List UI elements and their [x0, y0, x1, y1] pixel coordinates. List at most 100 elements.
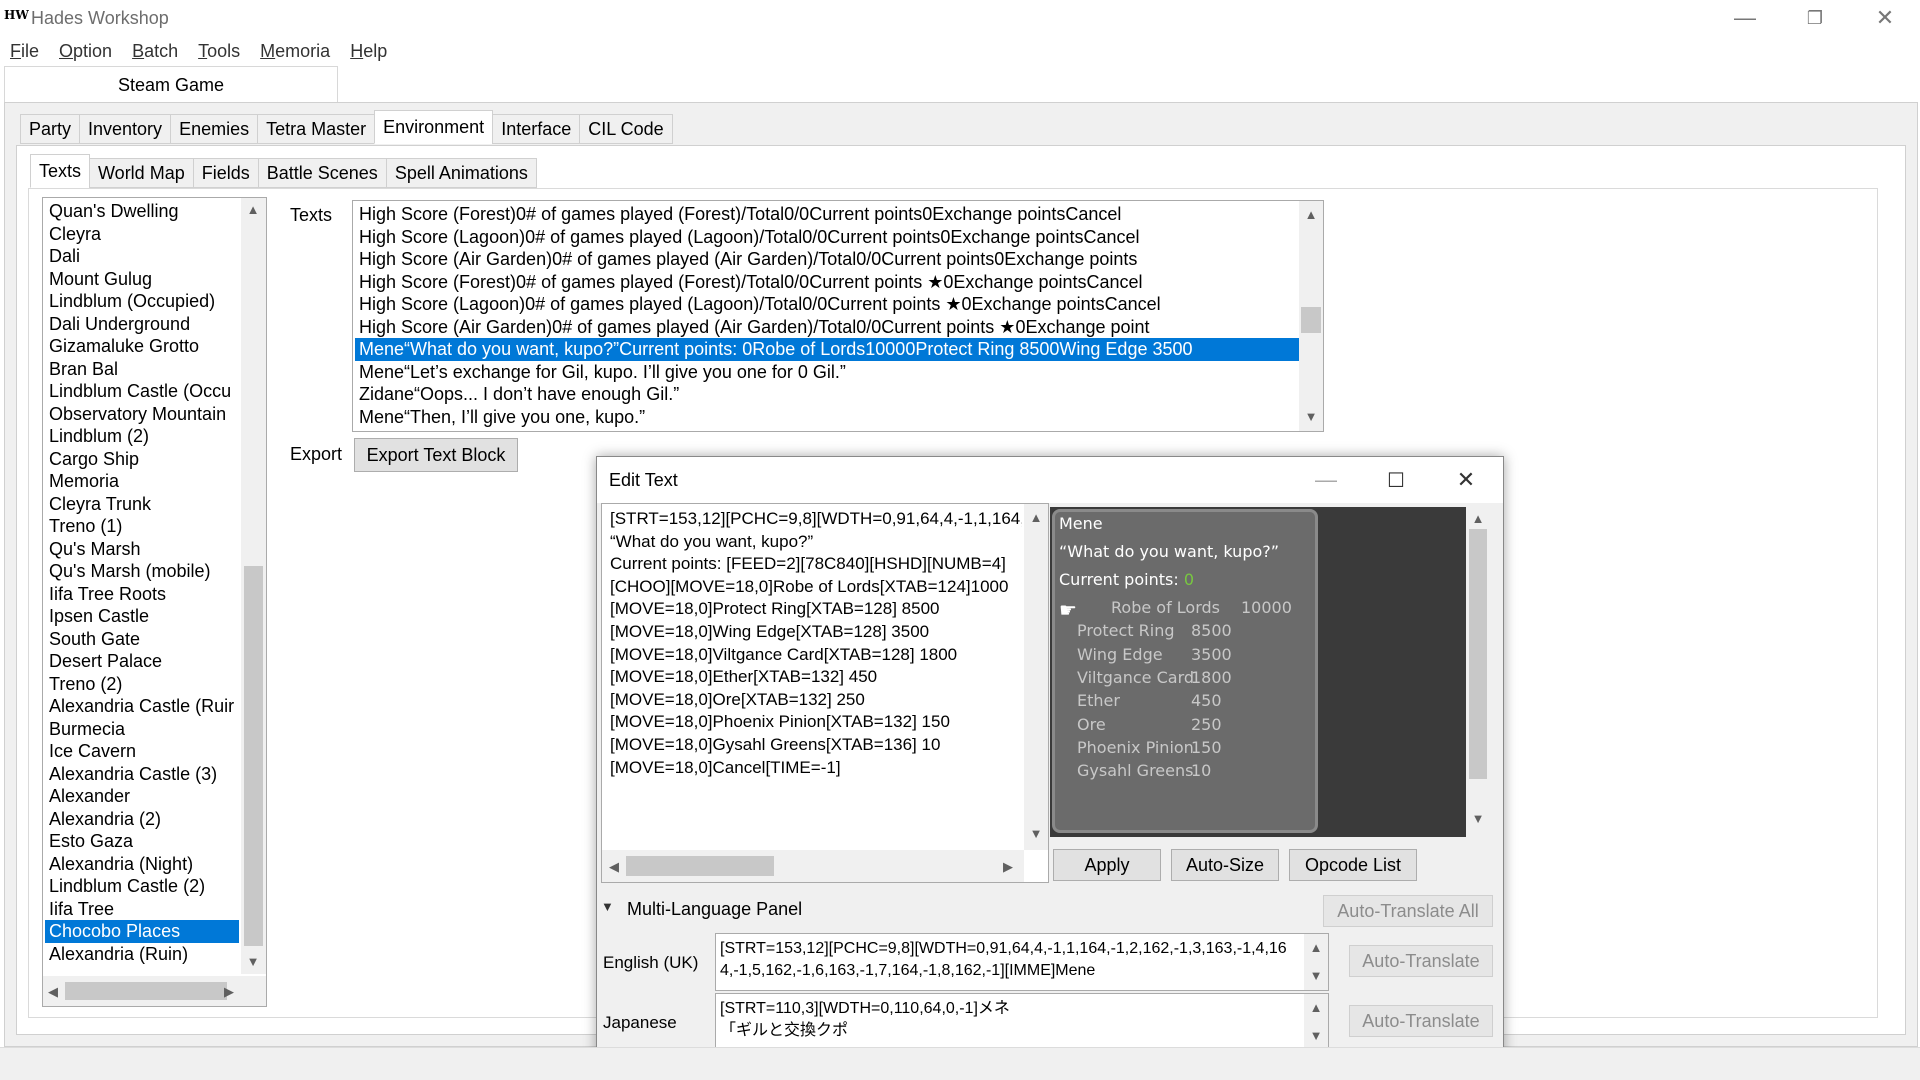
- list-item[interactable]: Alexandria Castle (3): [45, 763, 239, 786]
- auto-size-button[interactable]: Auto-Size: [1171, 849, 1279, 881]
- tab-steam-game[interactable]: Steam Game: [4, 66, 338, 103]
- list-item[interactable]: Alexandria (Ruin): [45, 943, 239, 966]
- list-item[interactable]: Qu's Marsh (mobile): [45, 560, 239, 583]
- list-item[interactable]: Zidane“Oops... I don’t have enough Gil.”: [355, 383, 1299, 406]
- list-item[interactable]: Cleyra Trunk: [45, 493, 239, 516]
- scroll-left-arrow-icon[interactable]: ◀: [604, 859, 624, 875]
- menu-item[interactable]: Help: [340, 41, 397, 62]
- list-item[interactable]: Lindblum (2): [45, 425, 239, 448]
- tab-inventory[interactable]: Inventory: [79, 114, 172, 144]
- location-list-hscroll[interactable]: ◀ ▶: [43, 976, 266, 1006]
- collapse-arrow-icon[interactable]: ▼: [601, 899, 614, 914]
- list-item[interactable]: Observatory Mountain: [45, 403, 239, 426]
- list-item[interactable]: Bran Bal: [45, 358, 239, 381]
- menu-item[interactable]: Option: [49, 41, 122, 62]
- list-item[interactable]: Mount Gulug: [45, 268, 239, 291]
- scroll-right-arrow-icon[interactable]: ▶: [219, 984, 239, 1000]
- list-item[interactable]: High Score (Forest)0# of games played (F…: [355, 203, 1299, 226]
- dialog-maximize-button[interactable]: ☐: [1361, 457, 1431, 503]
- apply-button[interactable]: Apply: [1053, 849, 1161, 881]
- tab-interface[interactable]: Interface: [492, 114, 581, 144]
- list-item[interactable]: Treno (2): [45, 673, 239, 696]
- list-item[interactable]: Esto Gaza: [45, 830, 239, 853]
- list-item[interactable]: Iifa Tree: [45, 898, 239, 921]
- code-hscroll-thumb[interactable]: [626, 856, 774, 876]
- location-list[interactable]: Quan's Dwelling Cleyra Dali Mount Gulug Lind…: [42, 197, 267, 1007]
- scroll-left-arrow-icon[interactable]: ◀: [43, 984, 63, 1000]
- list-item[interactable]: Mene“Then, I’ll give you one, kupo.”: [355, 406, 1299, 429]
- list-item[interactable]: Cleyra: [45, 223, 239, 246]
- tab-party[interactable]: Party: [20, 114, 81, 144]
- location-hscroll-thumb[interactable]: [65, 982, 227, 1000]
- list-item[interactable]: Desert Palace: [45, 650, 239, 673]
- subtab-spell-animations[interactable]: Spell Animations: [385, 158, 537, 188]
- tab-enemies[interactable]: Enemies: [170, 114, 259, 144]
- restore-button[interactable]: ❐: [1780, 0, 1850, 36]
- text-list-scroll-thumb[interactable]: [1301, 307, 1321, 333]
- auto-translate-button[interactable]: Auto-Translate: [1349, 945, 1493, 977]
- language-text-field[interactable]: [STRT=153,12][PCHC=9,8][WDTH=0,91,64,4,-…: [715, 933, 1329, 991]
- list-item[interactable]: High Score (Air Garden)0# of games playe…: [355, 248, 1299, 271]
- menu-item[interactable]: File: [0, 41, 49, 62]
- scroll-up-arrow-icon[interactable]: ▲: [1301, 207, 1321, 222]
- language-text-scroll[interactable]: ▲▼: [1304, 994, 1328, 1050]
- opcode-list-button[interactable]: Opcode List: [1289, 849, 1417, 881]
- list-item[interactable]: Lindblum Castle (2): [45, 875, 239, 898]
- close-button[interactable]: ✕: [1850, 0, 1920, 36]
- text-code-editor[interactable]: [STRT=153,12][PCHC=9,8][WDTH=0,91,64,4,-…: [601, 503, 1049, 883]
- list-item[interactable]: Lindblum Castle (Occu: [45, 380, 239, 403]
- preview-scroll-thumb[interactable]: [1469, 529, 1487, 779]
- scroll-up-arrow-icon[interactable]: ▲: [1026, 510, 1046, 525]
- scroll-up-arrow-icon[interactable]: ▲: [243, 202, 263, 217]
- text-block-list[interactable]: High Score (Forest)0# of games played (F…: [352, 200, 1324, 432]
- language-text-scroll[interactable]: ▲▼: [1304, 934, 1328, 990]
- list-item[interactable]: High Score (Lagoon)0# of games played (L…: [355, 226, 1299, 249]
- scroll-down-arrow-icon[interactable]: ▼: [1301, 409, 1321, 424]
- dialog-close-button[interactable]: ✕: [1431, 457, 1501, 503]
- list-item[interactable]: Quan's Dwelling: [45, 200, 239, 223]
- list-item[interactable]: Dali Underground: [45, 313, 239, 336]
- list-item[interactable]: Ice Cavern: [45, 740, 239, 763]
- scroll-down-arrow-icon[interactable]: ▼: [243, 954, 263, 969]
- menu-item[interactable]: Memoria: [250, 41, 340, 62]
- list-item[interactable]: Qu's Marsh: [45, 538, 239, 561]
- list-item[interactable]: Iifa Tree Roots: [45, 583, 239, 606]
- code-hscroll[interactable]: ◀ ▶: [602, 850, 1024, 882]
- list-item[interactable]: Alexandria (2): [45, 808, 239, 831]
- list-item[interactable]: Memoria: [45, 470, 239, 493]
- auto-translate-all-button[interactable]: Auto-Translate All: [1323, 895, 1493, 927]
- list-item[interactable]: High Score (Lagoon)0# of games played (L…: [355, 293, 1299, 316]
- auto-translate-button[interactable]: Auto-Translate: [1349, 1005, 1493, 1037]
- code-vscroll[interactable]: ▲ ▼: [1024, 504, 1048, 850]
- subtab-texts[interactable]: Texts: [30, 154, 91, 188]
- location-list-vscroll[interactable]: ▲ ▼: [241, 198, 266, 974]
- tab-environment[interactable]: Environment: [374, 110, 494, 144]
- tab-tetra-master[interactable]: Tetra Master: [257, 114, 376, 144]
- list-item[interactable]: Chocobo Places: [45, 920, 239, 943]
- list-item[interactable]: Alexandria (Night): [45, 853, 239, 876]
- list-item[interactable]: High Score (Forest)0# of games played (F…: [355, 271, 1299, 294]
- subtab-world-map[interactable]: World Map: [89, 158, 194, 188]
- subtab-fields[interactable]: Fields: [192, 158, 259, 188]
- list-item[interactable]: High Score (Air Garden)0# of games playe…: [355, 316, 1299, 339]
- location-scroll-thumb[interactable]: [244, 566, 263, 946]
- scroll-down-arrow-icon[interactable]: ▼: [1306, 968, 1326, 983]
- export-text-block-button[interactable]: Export Text Block: [354, 438, 518, 472]
- scroll-up-arrow-icon[interactable]: ▲: [1468, 511, 1488, 526]
- list-item[interactable]: South Gate: [45, 628, 239, 651]
- list-item[interactable]: Lindblum (Occupied): [45, 290, 239, 313]
- minimize-button[interactable]: —: [1710, 0, 1780, 36]
- list-item[interactable]: Alexandria Castle (Ruir: [45, 695, 239, 718]
- tab-cil-code[interactable]: CIL Code: [579, 114, 673, 144]
- list-item[interactable]: Dali: [45, 245, 239, 268]
- subtab-battle-scenes[interactable]: Battle Scenes: [257, 158, 387, 188]
- preview-vscroll[interactable]: ▲ ▼: [1466, 507, 1490, 837]
- list-item[interactable]: Alexander: [45, 785, 239, 808]
- multi-language-panel-label[interactable]: Multi-Language Panel: [627, 899, 802, 920]
- scroll-right-arrow-icon[interactable]: ▶: [998, 859, 1018, 875]
- language-text-field[interactable]: [STRT=110,3][WDTH=0,110,64,0,-1]メネ 「ギルと交…: [715, 993, 1329, 1051]
- scroll-down-arrow-icon[interactable]: ▼: [1026, 826, 1046, 841]
- scroll-up-arrow-icon[interactable]: ▲: [1306, 940, 1326, 955]
- list-item[interactable]: Cargo Ship: [45, 448, 239, 471]
- list-item[interactable]: Ipsen Castle: [45, 605, 239, 628]
